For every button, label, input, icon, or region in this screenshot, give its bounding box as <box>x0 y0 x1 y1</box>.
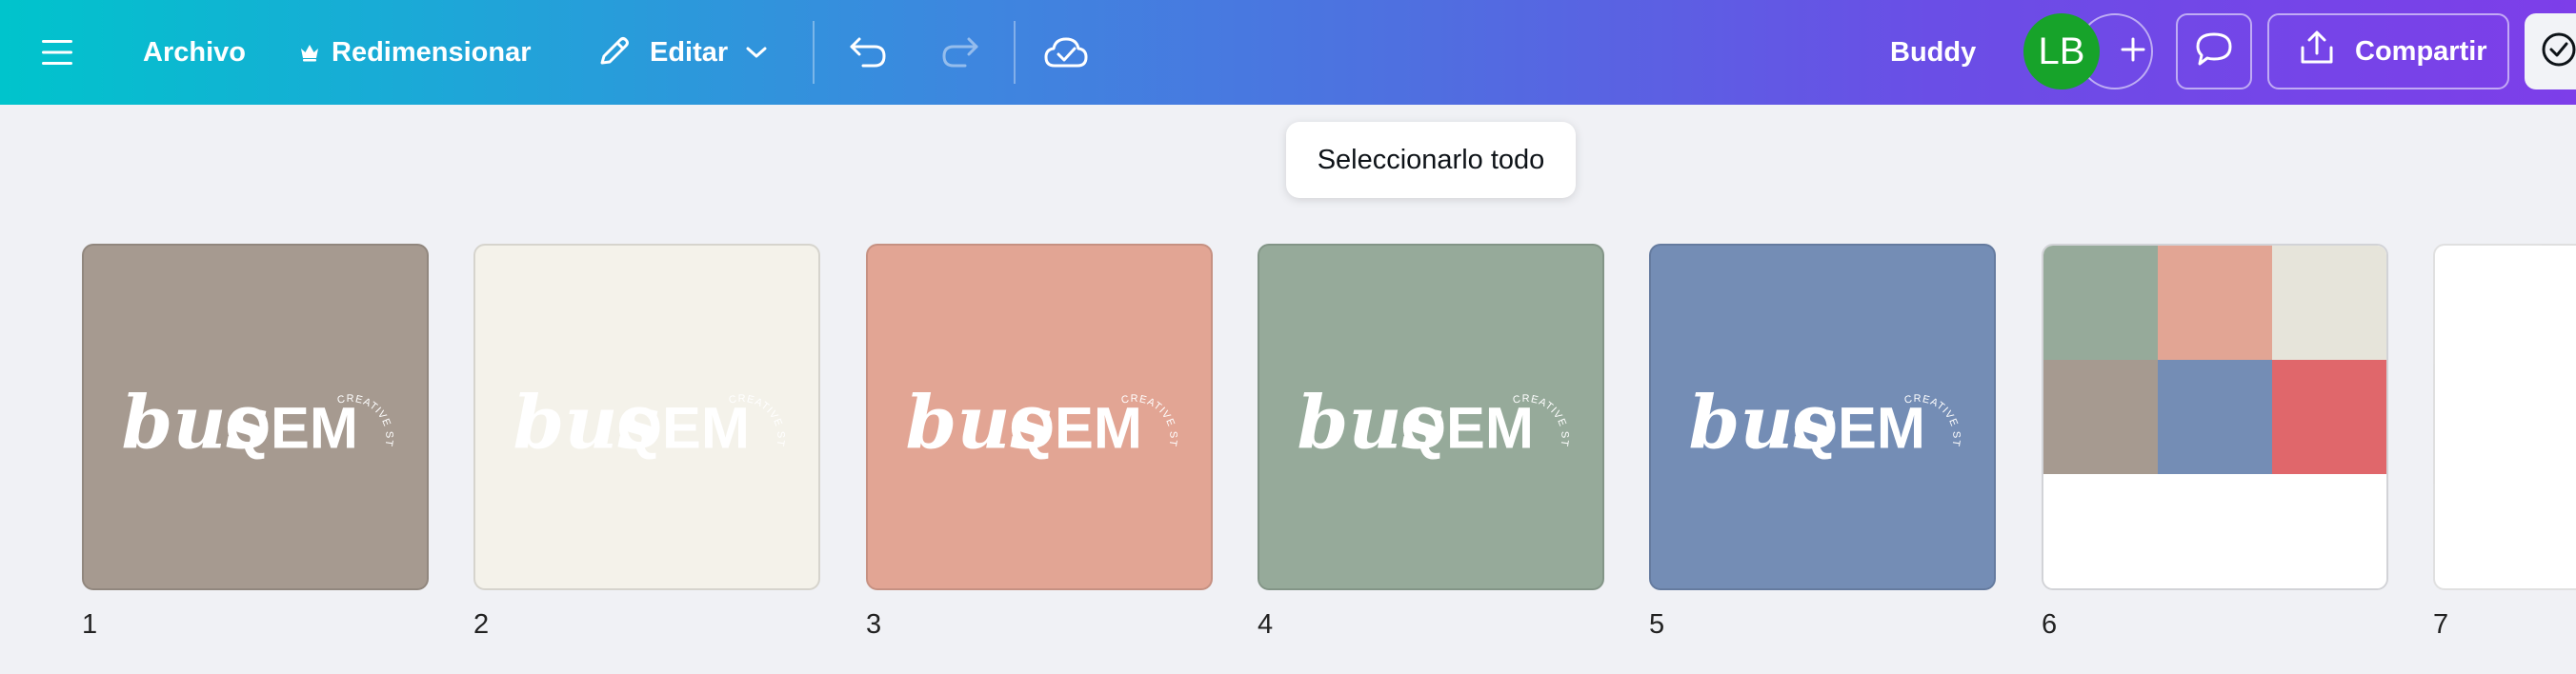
logo-bold-text: QEM <box>1009 395 1142 461</box>
page-thumbnail[interactable]: busQEMCREATIVE STUDIO <box>1649 244 1996 590</box>
edit-mode-label: Editar <box>650 36 729 68</box>
pencil-icon <box>594 33 633 71</box>
resize-button[interactable]: Redimensionar <box>299 0 532 105</box>
page-number: 1 <box>82 609 98 640</box>
palette-swatch <box>2043 246 2158 360</box>
tooltip-text: Seleccionarlo todo <box>1317 144 1545 175</box>
crown-icon <box>299 43 320 62</box>
file-menu-button[interactable]: Archivo <box>143 0 246 105</box>
busqem-logo: busQEMCREATIVE STUDIO <box>868 246 1178 466</box>
page-thumbnail[interactable]: busQEMCREATIVE STUDIO <box>82 244 429 590</box>
resize-label: Redimensionar <box>332 36 532 68</box>
palette-swatch <box>2272 246 2386 360</box>
project-name[interactable]: Buddy <box>1890 0 1976 105</box>
comment-icon <box>2194 30 2234 73</box>
page-number: 2 <box>473 609 490 640</box>
busqem-logo: busQEMCREATIVE STUDIO <box>84 246 394 466</box>
select-all-tooltip[interactable]: Seleccionarlo todo <box>1286 122 1576 198</box>
palette-swatch <box>2158 360 2272 474</box>
avatar[interactable]: LB <box>2023 13 2100 89</box>
top-toolbar: Archivo Redimensionar Editar Buddy LB Co… <box>0 0 2576 105</box>
page-number: 5 <box>1649 609 1665 640</box>
logo-bold-text: QEM <box>1792 395 1925 461</box>
edit-mode-dropdown[interactable]: Editar <box>594 0 768 105</box>
logo-bold-text: QEM <box>1400 395 1534 461</box>
redo-icon[interactable] <box>938 0 980 105</box>
toolbar-divider <box>1014 21 1016 84</box>
share-button[interactable]: Compartir <box>2267 13 2509 89</box>
busqem-logo: busQEMCREATIVE STUDIO <box>1651 246 1962 466</box>
page-number: 4 <box>1258 609 1274 640</box>
toolbar-divider <box>813 21 815 84</box>
palette-swatch <box>2158 246 2272 360</box>
cloud-check-icon[interactable] <box>1043 0 1089 105</box>
page-number: 3 <box>866 609 882 640</box>
palette-swatch <box>2272 360 2386 474</box>
file-menu-label: Archivo <box>143 36 246 68</box>
check-circle-icon <box>2540 30 2576 73</box>
page-thumbnail[interactable]: busQEMCREATIVE STUDIO <box>866 244 1213 590</box>
page-number: 7 <box>2433 609 2449 640</box>
avatar-initials: LB <box>2038 30 2085 72</box>
logo-bold-text: QEM <box>616 395 750 461</box>
share-label: Compartir <box>2355 35 2487 67</box>
palette-swatch <box>2043 360 2158 474</box>
upload-icon <box>2298 29 2336 74</box>
page-thumbnail-palette[interactable] <box>2042 244 2388 590</box>
hamburger-menu-icon[interactable] <box>40 0 74 105</box>
busqem-logo: busQEMCREATIVE STUDIO <box>475 246 786 466</box>
comments-button[interactable] <box>2176 13 2252 89</box>
page-thumbnail[interactable] <box>2433 244 2576 590</box>
page-number: 6 <box>2042 609 2058 640</box>
color-palette <box>2043 246 2386 588</box>
undo-icon[interactable] <box>848 0 890 105</box>
page-thumbnail[interactable]: busQEMCREATIVE STUDIO <box>473 244 820 590</box>
busqem-logo: busQEMCREATIVE STUDIO <box>1259 246 1570 466</box>
chevron-down-icon <box>745 45 768 60</box>
project-name-label: Buddy <box>1890 36 1977 68</box>
logo-bold-text: QEM <box>225 395 358 461</box>
page-thumbnail[interactable]: busQEMCREATIVE STUDIO <box>1258 244 1604 590</box>
publish-check-button[interactable] <box>2525 13 2576 89</box>
